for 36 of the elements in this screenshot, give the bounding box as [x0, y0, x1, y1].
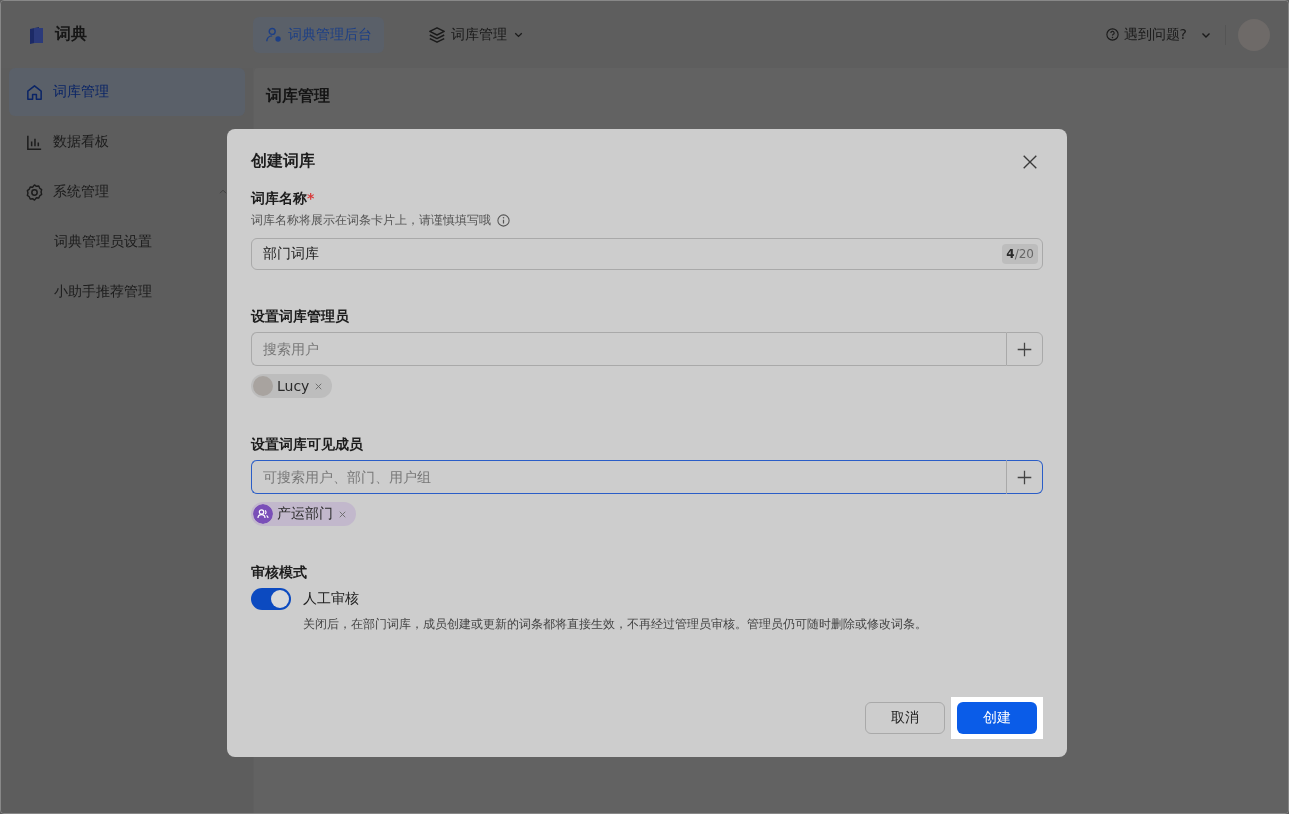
add-button[interactable] [1006, 460, 1043, 494]
field-hint: 词库名称将展示在词条卡片上，请谨慎填写哦 [251, 212, 491, 229]
toggle-description: 关闭后，在部门词库，成员创建或更新的词条都将直接生效，不再经过管理员审核。管理员仍可随时删除或修改词条。 [303, 616, 928, 633]
layers-icon [428, 25, 446, 44]
search-field[interactable]: 可搜索用户、部门、用户组 [251, 460, 1006, 494]
member-tag: Lucy [251, 374, 333, 398]
field-label: 设置词库管理员 [251, 308, 350, 326]
toggle-label: 人工审核 [303, 590, 359, 608]
field-label: 设置词库可见成员 [251, 436, 364, 454]
user-avatar [253, 376, 273, 396]
page-title: 词库管理 [266, 86, 331, 107]
create-button[interactable]: 创建 [957, 702, 1037, 734]
cancel-button[interactable]: 取消 [865, 702, 945, 734]
sidebar-item[interactable]: 数据看板 [9, 118, 245, 166]
app-name: 词典 [55, 24, 87, 45]
plus-icon [1016, 340, 1033, 358]
sidebar-item[interactable]: 词库管理 [9, 68, 245, 116]
nav-tab[interactable]: 词库管理 [416, 16, 537, 53]
settings-icon [25, 182, 44, 202]
group-avatar-icon [253, 504, 273, 524]
help-icon [1104, 27, 1120, 42]
toggle-switch[interactable] [251, 588, 291, 610]
dialog-title: 创建词库 [251, 151, 315, 172]
user-gear-icon [265, 25, 283, 44]
help-menu[interactable]: 遇到问题? [1104, 25, 1213, 44]
sidebar-item[interactable]: 系统管理 [9, 168, 245, 216]
character-counter: 4/20 [1002, 244, 1038, 264]
plus-icon [1016, 468, 1033, 486]
text-field[interactable]: 部门词库 4/20 [251, 238, 1043, 270]
field-label: 审核模式 [251, 564, 308, 582]
home-icon [25, 82, 44, 102]
member-tag: 产运部门 [251, 502, 356, 526]
search-field[interactable]: 搜索用户 [251, 332, 1006, 366]
field-label: 词库名称* [251, 190, 316, 208]
nav-tab[interactable]: 词典管理后台 [253, 16, 384, 53]
info-icon [496, 213, 511, 228]
